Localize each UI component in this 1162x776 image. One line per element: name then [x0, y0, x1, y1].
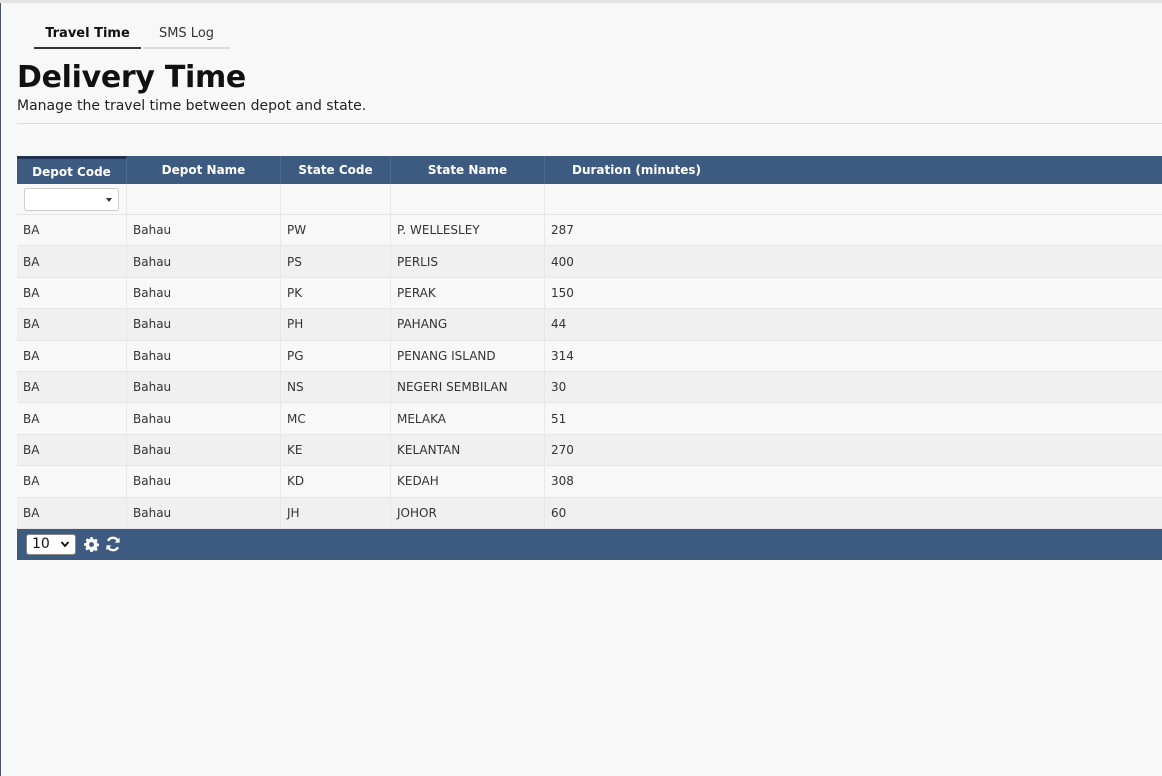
grid-footer: 10 — [17, 528, 1162, 560]
grid-body: BA Bahau PW P. WELLESLEY 287 BA Bahau PS PERLIS 4… — [17, 215, 1162, 529]
cell-state-code: PW — [281, 215, 391, 246]
table-row[interactable]: BA Bahau PS PERLIS 400 — [17, 246, 1162, 278]
cell-depot-code: BA — [17, 309, 127, 340]
cell-state-code: PS — [281, 246, 391, 277]
cell-state-name: KEDAH — [391, 466, 545, 497]
cell-duration: 270 — [551, 442, 574, 457]
table-row[interactable]: BA Bahau PW P. WELLESLEY 287 — [17, 215, 1162, 247]
chevron-down-icon — [60, 539, 70, 552]
cell-depot-code: BA — [17, 215, 127, 246]
filter-cell-depot-name — [127, 184, 281, 214]
cell-depot-code: BA — [17, 466, 127, 497]
cell-state-code: PH — [281, 309, 391, 340]
cell-depot-code: BA — [17, 340, 127, 371]
cell-duration: 60 — [551, 505, 567, 520]
page-size-select[interactable]: 10 — [26, 533, 76, 555]
cell-depot-code: BA — [17, 371, 127, 403]
caret-down-icon — [106, 198, 112, 202]
filter-cell-duration — [545, 184, 1162, 214]
cell-depot-code: BA — [17, 277, 127, 309]
table-row[interactable]: BA Bahau PH PAHANG 44 — [17, 309, 1162, 341]
refresh-icon[interactable] — [105, 536, 121, 552]
cell-duration: 287 — [551, 223, 574, 238]
cell-duration: 308 — [551, 474, 574, 489]
column-header-depot-code[interactable]: Depot Code — [17, 156, 127, 184]
table-row[interactable]: BA Bahau JH JOHOR 60 — [17, 497, 1162, 529]
grid-header: Depot Code Depot Name State Code State N… — [17, 156, 1162, 184]
cell-state-name: PAHANG — [391, 309, 545, 340]
cell-state-name: PENANG ISLAND — [391, 340, 545, 371]
page-subtitle: Manage the travel time between depot and… — [17, 98, 367, 114]
cell-state-name: PERLIS — [391, 246, 545, 277]
cell-state-name: MELAKA — [391, 403, 545, 434]
depot-code-filter-dropdown[interactable] — [24, 188, 119, 211]
divider — [17, 123, 1162, 124]
cell-state-code: NS — [281, 371, 391, 403]
delivery-time-grid: Depot Code Depot Name State Code State N… — [17, 156, 1162, 560]
table-row[interactable]: BA Bahau MC MELAKA 51 — [17, 403, 1162, 435]
cell-depot-name: Bahau — [127, 340, 281, 371]
cell-depot-name: Bahau — [127, 277, 281, 309]
table-row[interactable]: BA Bahau KD KEDAH 308 — [17, 466, 1162, 498]
table-row[interactable]: BA Bahau PK PERAK 150 — [17, 277, 1162, 310]
tab-bar: Travel Time SMS Log — [34, 20, 230, 49]
cell-state-code: PG — [281, 340, 391, 371]
column-header-depot-name[interactable]: Depot Name — [127, 156, 281, 184]
filter-row — [17, 184, 1162, 215]
cell-state-name: NEGERI SEMBILAN — [391, 371, 545, 403]
cell-depot-name: Bahau — [127, 434, 281, 466]
cell-state-code: KD — [281, 466, 391, 497]
cell-depot-code: BA — [17, 497, 127, 528]
cell-duration: 400 — [551, 254, 574, 269]
cell-depot-name: Bahau — [127, 466, 281, 497]
cell-duration: 150 — [551, 285, 574, 300]
cell-depot-code: BA — [17, 246, 127, 277]
gear-icon[interactable] — [84, 536, 99, 552]
cell-depot-name: Bahau — [127, 497, 281, 528]
cell-depot-code: BA — [17, 403, 127, 434]
page-size-value: 10 — [32, 536, 50, 553]
table-row[interactable]: BA Bahau PG PENANG ISLAND 314 — [17, 340, 1162, 372]
cell-state-name: P. WELLESLEY — [391, 215, 545, 246]
cell-state-code: JH — [281, 497, 391, 528]
cell-depot-code: BA — [17, 434, 127, 466]
cell-state-code: KE — [281, 434, 391, 466]
cell-depot-name: Bahau — [127, 246, 281, 277]
cell-state-name: JOHOR — [391, 497, 545, 528]
cell-duration: 51 — [551, 411, 567, 426]
tab-travel-time[interactable]: Travel Time — [34, 20, 141, 49]
cell-state-code: PK — [281, 277, 391, 309]
cell-duration: 30 — [551, 380, 567, 395]
column-header-duration[interactable]: Duration (minutes) — [545, 156, 1162, 184]
filter-cell-state-name — [391, 184, 545, 214]
cell-state-name: KELANTAN — [391, 434, 545, 466]
page-title: Delivery Time — [17, 60, 246, 95]
cell-depot-name: Bahau — [127, 371, 281, 403]
cell-depot-name: Bahau — [127, 309, 281, 340]
left-border — [0, 3, 1, 776]
filter-cell-state-code — [281, 184, 391, 214]
column-header-state-name[interactable]: State Name — [391, 156, 545, 184]
column-header-state-code[interactable]: State Code — [281, 156, 391, 184]
cell-depot-name: Bahau — [127, 403, 281, 434]
table-row[interactable]: BA Bahau KE KELANTAN 270 — [17, 434, 1162, 467]
cell-state-name: PERAK — [391, 277, 545, 309]
filter-cell-depot-code — [17, 184, 127, 214]
table-row[interactable]: BA Bahau NS NEGERI SEMBILAN 30 — [17, 371, 1162, 404]
top-bar — [0, 0, 1162, 3]
cell-state-code: MC — [281, 403, 391, 434]
cell-duration: 314 — [551, 348, 574, 363]
tab-sms-log[interactable]: SMS Log — [143, 20, 230, 49]
cell-duration: 44 — [551, 317, 567, 332]
cell-depot-name: Bahau — [127, 215, 281, 246]
